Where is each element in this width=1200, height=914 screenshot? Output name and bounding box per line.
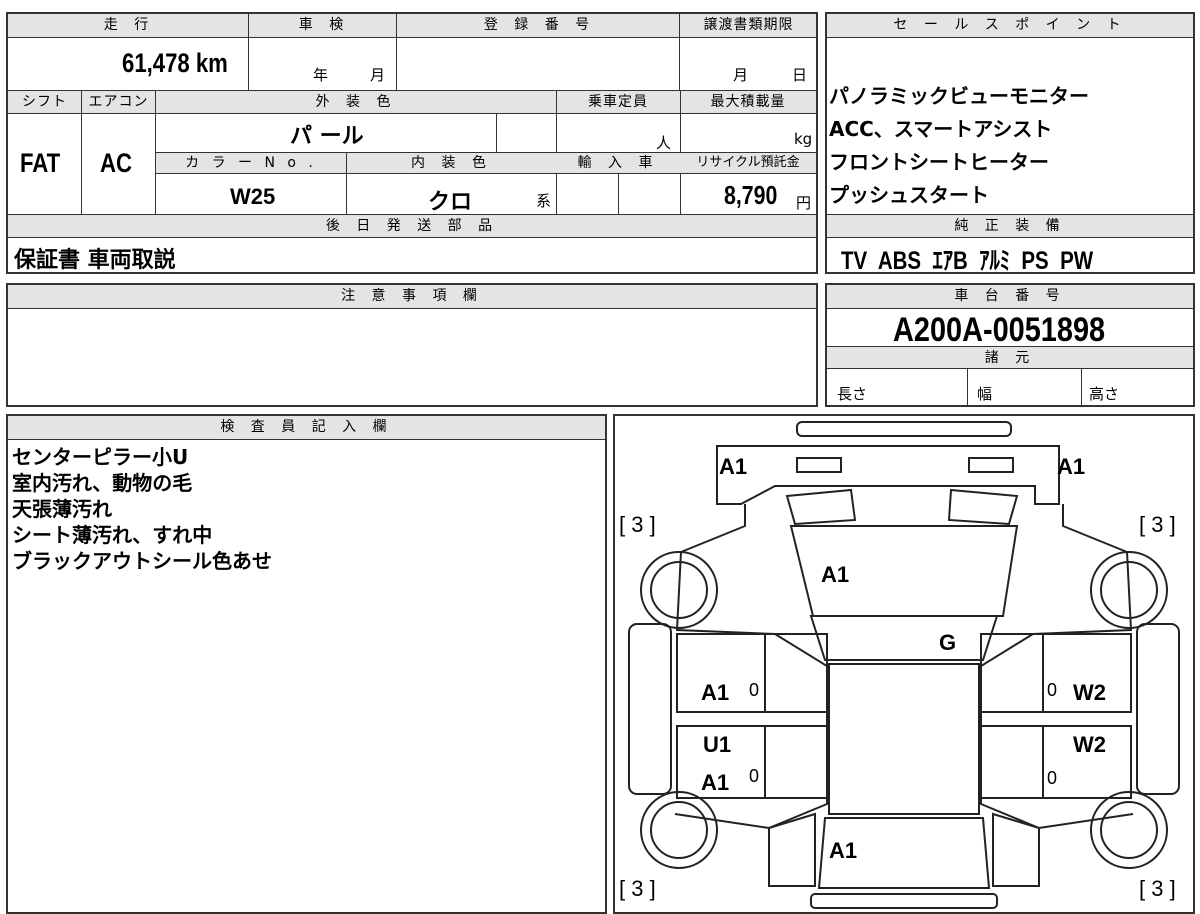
max-load-header: 最大積載量	[680, 91, 816, 114]
shift-value: FAT	[20, 148, 61, 178]
left-front-door-grade: A1	[701, 680, 730, 705]
inspector-panel: 検 査 員 記 入 欄 センターピラー小U 室内汚れ、動物の毛 天張薄汚れ シー…	[6, 414, 607, 914]
inspector-note: 天張薄汚れ	[12, 497, 112, 521]
rear-grade: A1	[829, 838, 858, 863]
hood-grade: A1	[821, 562, 850, 587]
sales-points-list: パノラミックビューモニター ACC、スマートアシスト フロントシートヒーター プ…	[829, 80, 1089, 212]
inspection-year: 年	[313, 66, 329, 84]
capacity-header: 乗車定員	[556, 91, 680, 114]
sales-points-panel: セ ー ル ス ポ イ ン ト パノラミックビューモニター ACC、スマートアシ…	[825, 12, 1195, 275]
mileage-header: 走 行	[8, 14, 250, 38]
exterior-color-header: 外 装 色	[156, 91, 556, 114]
mileage-value: 61,478 km	[122, 48, 228, 78]
vehicle-info-table: 走 行 車 検 登 録 番 号 譲渡書類期限 61,478 km 年 月 月 日…	[6, 12, 818, 274]
right-front-door-grade: W2	[1073, 680, 1106, 705]
tire-front-left: [ 3 ]	[619, 512, 656, 537]
inspector-note: センターピラー小U	[12, 445, 189, 469]
import-header: 輸 入 車	[556, 153, 680, 174]
tire-rear-left: [ 3 ]	[619, 876, 656, 901]
left-rear-door-count: 0	[749, 766, 760, 786]
later-parts-header: 後 日 発 送 部 品	[8, 215, 816, 238]
recycle-unit: 円	[796, 194, 812, 212]
transfer-month: 月	[733, 66, 749, 84]
sales-point-item: ACC、スマートアシスト	[829, 117, 1053, 141]
left-rear-door-grade: A1	[701, 770, 730, 795]
shift-header: シフト	[8, 91, 81, 114]
interior-color-header: 内 装 色	[347, 153, 556, 174]
sales-points-header: セ ー ル ス ポ イ ン ト	[827, 14, 1193, 38]
aircon-header: エアコン	[81, 91, 156, 114]
car-diagram-panel: A1 A1 [ 3 ] [ 3 ] [ 3 ] [ 3 ] A1 G A1 0 …	[613, 414, 1195, 914]
transfer-deadline-header: 譲渡書類期限	[681, 14, 816, 38]
tire-rear-right: [ 3 ]	[1139, 876, 1176, 901]
inspector-notes: センターピラー小U 室内汚れ、動物の毛 天張薄汚れ シート薄汚れ、すれ中 ブラッ…	[12, 444, 272, 574]
car-body-diagram	[628, 421, 1180, 909]
recycle-value: 8,790	[724, 180, 778, 210]
front-right-corner-grade: A1	[1057, 454, 1086, 479]
spec-height-label: 高さ	[1089, 385, 1120, 403]
inspector-note: ブラックアウトシール色あせ	[12, 549, 272, 573]
genuine-equipment-value: TV ABS ｴｱB ｱﾙﾐ PS PW	[841, 247, 1094, 275]
caution-panel: 注 意 事 項 欄	[6, 283, 818, 407]
aircon-value: AC	[100, 148, 132, 178]
chassis-no-value: A200A-0051898	[893, 311, 1106, 349]
spec-length-label: 長さ	[837, 385, 868, 403]
inspector-header: 検 査 員 記 入 欄	[8, 416, 605, 440]
color-no-header: カ ラ ー N o .	[156, 153, 346, 174]
interior-color-value: クロ	[428, 190, 473, 215]
inspector-note: 室内汚れ、動物の毛	[12, 471, 193, 495]
sales-point-item: プッシュスタート	[829, 183, 989, 207]
right-front-door-count: 0	[1047, 680, 1058, 700]
inspection-month: 月	[370, 66, 386, 84]
caution-header: 注 意 事 項 欄	[8, 285, 816, 309]
later-parts-value: 保証書 車両取説	[14, 248, 176, 273]
registration-header: 登 録 番 号	[398, 14, 681, 38]
transfer-day: 日	[792, 66, 808, 84]
right-rear-door-count: 0	[1047, 768, 1058, 788]
color-no-value: W25	[230, 184, 276, 209]
spec-width-label: 幅	[977, 385, 993, 403]
left-pillar-grade: U1	[703, 732, 732, 757]
genuine-equipment-header: 純 正 装 備	[827, 215, 1193, 238]
windshield-grade: G	[939, 630, 957, 655]
inspection-header: 車 検	[250, 14, 398, 38]
front-left-corner-grade: A1	[719, 454, 748, 479]
sales-point-item: フロントシートヒーター	[829, 150, 1049, 174]
tire-front-right: [ 3 ]	[1139, 512, 1176, 537]
capacity-unit: 人	[656, 134, 672, 152]
exterior-color-value: パ ール	[290, 124, 364, 149]
chassis-no-header: 車 台 番 号	[827, 285, 1193, 309]
left-front-door-count: 0	[749, 680, 760, 700]
sales-point-item: パノラミックビューモニター	[829, 84, 1089, 108]
max-load-unit: kg	[794, 130, 813, 148]
chassis-panel: 車 台 番 号 A200A-0051898 諸 元 長さ 幅 高さ	[825, 283, 1195, 407]
specs-header: 諸 元	[827, 347, 1193, 369]
right-rear-door-grade: W2	[1073, 732, 1106, 757]
recycle-header: リサイクル預託金	[680, 153, 816, 174]
interior-color-suffix: 系	[536, 192, 552, 210]
inspector-note: シート薄汚れ、すれ中	[12, 523, 213, 547]
